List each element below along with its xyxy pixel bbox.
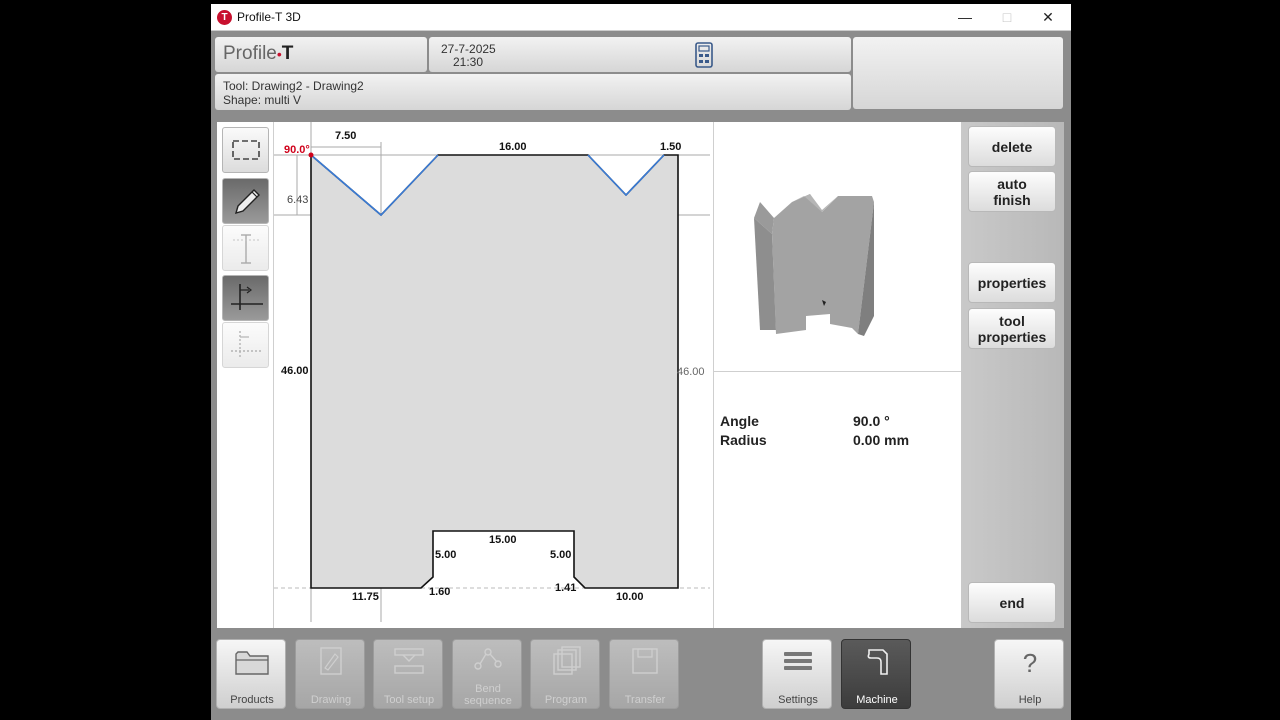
nav-products-button[interactable]: Products (216, 639, 286, 709)
dim-top-middle: 16.00 (499, 141, 527, 153)
nav-program-button[interactable]: Program (530, 639, 600, 709)
properties-button[interactable]: properties (968, 262, 1056, 303)
drawing-toolstrip (217, 122, 273, 628)
nav-label: Program (544, 694, 588, 706)
nav-label: Machine (856, 694, 898, 706)
tool-name-text: Tool: Drawing2 - Drawing2 (223, 79, 364, 93)
auto-finish-label-1: auto (997, 175, 1027, 192)
calculator-icon[interactable] (695, 42, 713, 68)
fit-view-button[interactable] (222, 127, 269, 173)
axis-button[interactable] (222, 275, 269, 321)
end-button[interactable]: end (968, 582, 1056, 623)
nav-label: Help (1018, 694, 1042, 706)
dim-slot-width: 15.00 (489, 534, 517, 546)
title-bar: T Profile-T 3D — □ ✕ (211, 4, 1071, 31)
machine-icon (867, 649, 888, 675)
axis-alt-button[interactable] (222, 322, 269, 368)
minimize-button[interactable]: — (944, 4, 986, 31)
bottom-navigation: Products Drawing Tool setup Bend sequenc… (211, 632, 1071, 720)
tool-properties-label-2: properties (977, 328, 1047, 345)
dim-chamfer-right: 1.41 (555, 582, 576, 594)
main-content: 90.0° 7.50 16.00 1.50 6.43 46.00 46.00 1… (217, 122, 1064, 628)
folder-icon (235, 651, 269, 675)
draw-button[interactable] (222, 178, 269, 224)
nav-settings-button[interactable]: Settings (762, 639, 832, 709)
angle-dimension: 90.0° (284, 144, 310, 156)
axis-icon (231, 284, 263, 310)
property-row-radius: Radius 0.00 mm (720, 432, 909, 448)
nav-tool-setup-button[interactable]: Tool setup (373, 639, 443, 709)
status-panel (853, 37, 1063, 109)
bend-sequence-icon (474, 648, 502, 670)
auto-finish-button[interactable]: auto finish (968, 171, 1056, 212)
date-text: 27-7-2025 (441, 42, 496, 56)
nav-label: Bend sequence (453, 683, 523, 707)
property-label: Radius (720, 432, 767, 448)
dim-slot-left-height: 5.00 (435, 549, 456, 561)
nav-label-line-1: Bend (475, 683, 501, 695)
tool-properties-label-1: tool (999, 312, 1025, 329)
nav-label: Tool setup (383, 694, 435, 706)
nav-transfer-button[interactable]: Transfer (609, 639, 679, 709)
maximize-button[interactable]: □ (986, 4, 1028, 31)
frame-icon (232, 140, 260, 160)
profile-outline (310, 153, 679, 589)
dim-v-depth: 6.43 (287, 194, 308, 206)
tool-3d-preview[interactable] (714, 122, 962, 372)
nav-bend-sequence-button[interactable]: Bend sequence (452, 639, 522, 709)
time-text: 21:30 (453, 55, 484, 69)
shape-name-text: Shape: multi V (223, 93, 302, 107)
nav-drawing-button[interactable]: Drawing (295, 639, 365, 709)
nav-help-button[interactable]: ? Help (994, 639, 1064, 709)
auto-finish-label-2: finish (993, 191, 1031, 208)
settings-list-icon (784, 652, 812, 670)
nav-label: Drawing (310, 694, 352, 706)
dimension-button[interactable] (222, 225, 269, 271)
brand-prefix: Profile (223, 43, 277, 64)
preview-divider (714, 371, 962, 372)
tool-properties-button[interactable]: tool properties (968, 308, 1056, 349)
tool-profile-drawing[interactable]: 90.0° 7.50 16.00 1.50 6.43 46.00 46.00 1… (274, 122, 714, 628)
brand-suffix: T (281, 43, 294, 64)
nav-label: Transfer (624, 694, 666, 706)
property-value: 90.0 ° (853, 413, 890, 429)
brand-panel: Profile•T (215, 37, 427, 72)
close-button[interactable]: ✕ (1027, 4, 1069, 31)
nav-machine-button[interactable]: Machine (841, 639, 911, 709)
delete-button[interactable]: delete (968, 126, 1056, 167)
dim-slot-right-height: 5.00 (550, 549, 571, 561)
dim-height-left: 46.00 (281, 365, 309, 377)
tool-info-panel: Tool: Drawing2 - Drawing2 Shape: multi V (215, 74, 851, 110)
dim-bottom-left: 11.75 (352, 591, 379, 603)
dim-chamfer-left: 1.60 (429, 586, 450, 598)
pencil-icon (234, 189, 260, 215)
nav-label-line-2: sequence (464, 695, 512, 707)
dimension-icon (233, 234, 259, 264)
app-window: T Profile-T 3D — □ ✕ Profile•T 27-7-2025… (211, 4, 1071, 720)
nav-label: Products (230, 694, 274, 706)
dim-top-offset: 7.50 (335, 130, 356, 142)
dim-bottom-right: 10.00 (616, 591, 644, 603)
dim-top-right: 1.50 (660, 141, 681, 153)
datetime-panel: 27-7-2025 21:30 (429, 37, 851, 72)
save-disk-icon (632, 648, 658, 674)
app-logo-icon: T (217, 10, 232, 25)
drawing-canvas[interactable]: 90.0° 7.50 16.00 1.50 6.43 46.00 46.00 1… (273, 122, 713, 628)
brand-logo: Profile•T (223, 43, 293, 65)
axis-dotted-icon (231, 331, 261, 359)
property-value: 0.00 mm (853, 432, 910, 448)
nav-label: Settings (778, 694, 818, 706)
drawing-page-icon (320, 647, 342, 675)
preview-panel: Angle 90.0 ° Radius 0.00 mm (713, 122, 962, 628)
tool-setup-icon (394, 648, 424, 674)
property-label: Angle (720, 413, 759, 429)
window-title: Profile-T 3D (237, 10, 301, 24)
property-row-angle: Angle 90.0 ° (720, 413, 890, 429)
program-pages-icon (553, 646, 581, 675)
question-mark-icon: ? (1022, 648, 1038, 678)
dim-height-right: 46.00 (677, 366, 705, 378)
